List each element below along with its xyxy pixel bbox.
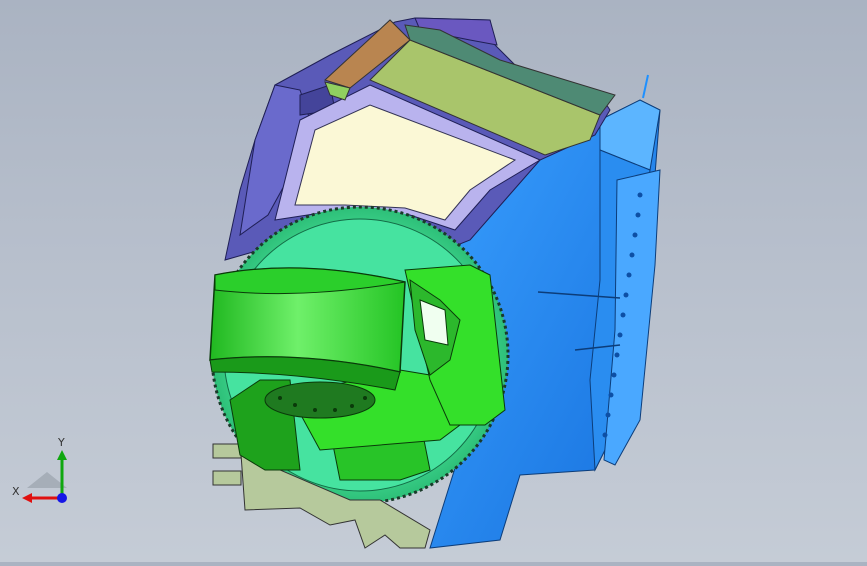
green-drum[interactable] — [209, 267, 406, 391]
pin-upper — [212, 443, 242, 459]
y-axis-label: Y — [58, 436, 65, 449]
pin-lower — [212, 470, 242, 486]
y-axis-arrowhead — [57, 450, 67, 460]
z-axis-dot — [57, 493, 67, 503]
x-axis-arrowhead — [22, 493, 32, 503]
axis-triad: X Y — [12, 436, 82, 510]
cad-viewport[interactable]: X Y — [0, 0, 867, 562]
x-axis-label: X — [12, 485, 20, 498]
3d-model-render[interactable] — [0, 0, 867, 562]
axis-triad-graphic — [22, 450, 67, 503]
